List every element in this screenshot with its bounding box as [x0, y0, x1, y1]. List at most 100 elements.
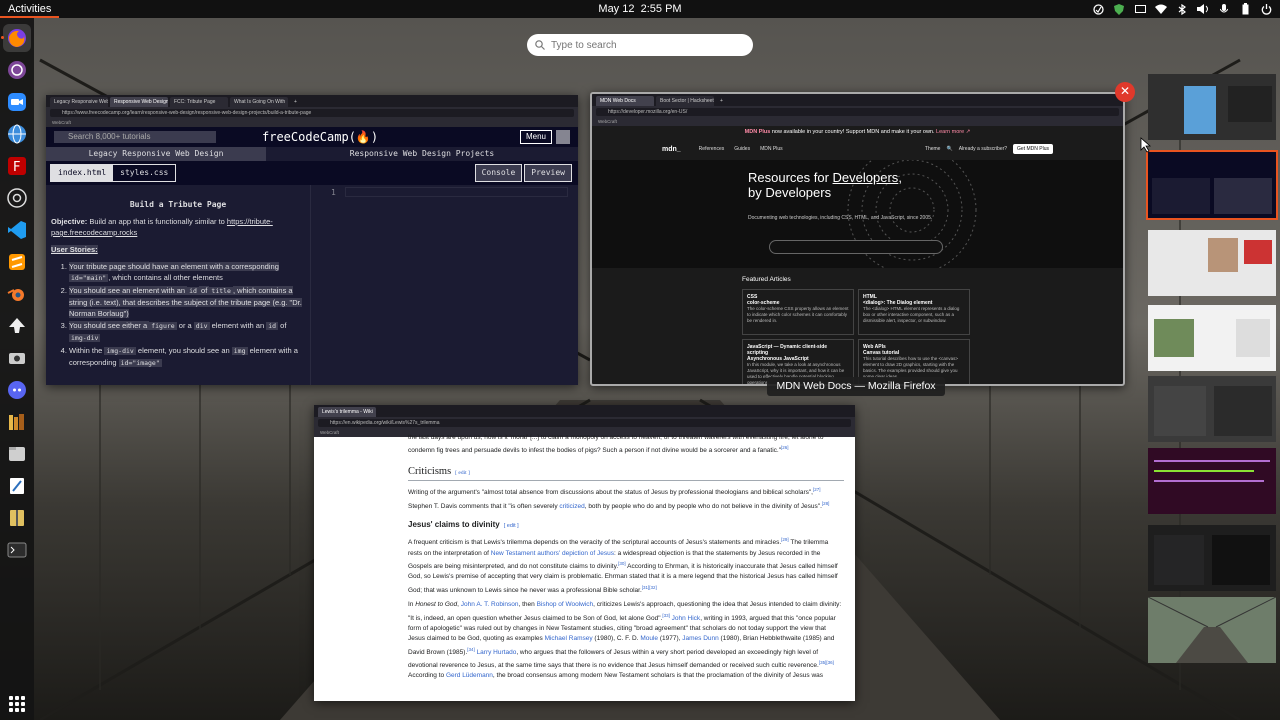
workspace-thumbnail[interactable]: [1148, 525, 1276, 591]
window-freecodecamp[interactable]: Legacy Responsive Web Responsive Web Des…: [46, 95, 578, 385]
browser-tab[interactable]: What Is Going On With: [230, 97, 288, 107]
wiki-link[interactable]: Bishop of Woolwich: [537, 601, 594, 608]
screenshot-icon[interactable]: [3, 344, 31, 372]
wiki-link[interactable]: James Dunn: [682, 635, 719, 642]
search-input[interactable]: [551, 39, 731, 51]
tab-styles-css[interactable]: styles.css: [113, 165, 175, 181]
workspace-thumbnail-selected[interactable]: [1146, 150, 1278, 220]
wiki-link[interactable]: John A. T. Robinson: [461, 601, 519, 608]
inkscape-icon[interactable]: [3, 312, 31, 340]
wiki-link[interactable]: Larry Hurtado: [475, 649, 517, 656]
chrome-icon[interactable]: [3, 184, 31, 212]
tab-index-html[interactable]: index.html: [51, 165, 114, 181]
nav-mdn-plus[interactable]: MDN Plus: [760, 146, 783, 152]
activities-button[interactable]: Activities: [0, 0, 60, 18]
window-wikipedia[interactable]: Lewis's trilemma - Wiki https://en.wikip…: [314, 405, 855, 701]
wifi-icon[interactable]: [1155, 3, 1167, 15]
console-button[interactable]: Console: [474, 164, 523, 182]
firefox-icon[interactable]: [1, 24, 31, 52]
wiki-link[interactable]: criticized: [559, 503, 584, 510]
dock: F: [0, 18, 34, 720]
browser-tab-active[interactable]: Lewis's trilemma - Wiki: [318, 407, 376, 417]
nav-references[interactable]: References: [699, 146, 725, 152]
fcc-logo[interactable]: freeCodeCamp(🔥): [262, 130, 378, 144]
instructions-panel: Build a Tribute Page Objective: Build an…: [46, 185, 310, 385]
nav-guides[interactable]: Guides: [734, 146, 750, 152]
article-card[interactable]: HTML <dialog>: The Dialog element The <dia…: [858, 289, 970, 335]
breadcrumb-item[interactable]: Responsive Web Design Projects: [266, 147, 578, 161]
workspace-thumbnail[interactable]: [1148, 230, 1276, 296]
show-applications-icon[interactable]: [9, 696, 25, 712]
browser-tab[interactable]: Boot Sector | Hacksheet: [656, 96, 714, 106]
avatar[interactable]: [556, 130, 570, 144]
mdn-logo[interactable]: mdn_: [662, 146, 681, 153]
clock-date[interactable]: May 12: [598, 3, 634, 15]
tor-browser-icon[interactable]: [3, 56, 31, 84]
workspace-thumbnail[interactable]: [1148, 305, 1276, 371]
workspace-thumbnail[interactable]: [1148, 597, 1276, 663]
learn-more-link[interactable]: Learn more ↗: [936, 129, 970, 135]
files-icon[interactable]: [3, 440, 31, 468]
mdn-navbar: mdn_ References Guides MDN Plus Theme 🔍 …: [592, 138, 1123, 160]
article-card[interactable]: CSS color-scheme The color-scheme CSS prop…: [742, 289, 854, 335]
browser-tab-active[interactable]: Responsive Web Design: [110, 97, 168, 107]
workspace-thumbnail[interactable]: [1148, 448, 1276, 514]
menu-button[interactable]: Menu: [519, 130, 552, 144]
get-mdn-plus-button[interactable]: Get MDN Plus: [1013, 144, 1053, 154]
workspace-thumbnail[interactable]: [1148, 74, 1276, 140]
archive-manager-icon[interactable]: [3, 504, 31, 532]
wiki-link[interactable]: John Hick: [670, 615, 701, 622]
browser-tab[interactable]: Legacy Responsive Web: [50, 97, 108, 107]
updates-icon[interactable]: [1092, 3, 1104, 15]
fcc-search-input[interactable]: Search 8,000+ tutorials: [54, 131, 216, 143]
address-field[interactable]: https://developer.mozilla.org/en-US/: [596, 108, 1119, 116]
browser-tab[interactable]: FCC: Tribute Page: [170, 97, 228, 107]
bookmarks-bar[interactable]: WebCraft: [592, 118, 1123, 126]
new-tab-button[interactable]: +: [716, 96, 726, 106]
zoom-icon[interactable]: [3, 88, 31, 116]
microphone-icon[interactable]: [1218, 3, 1230, 15]
wiki-link[interactable]: Gerd Lüdemann: [446, 672, 493, 679]
address-field[interactable]: https://en.wikipedia.org/wiki/Lewis%27s_…: [318, 419, 851, 427]
text-editor-icon[interactable]: [3, 472, 31, 500]
preview-button[interactable]: Preview: [524, 164, 572, 182]
shield-icon[interactable]: [1113, 3, 1125, 15]
edit-link[interactable]: [ edit ]: [455, 470, 470, 476]
blender-icon[interactable]: [3, 280, 31, 308]
code-editor[interactable]: 1: [310, 185, 578, 385]
network-globe-icon[interactable]: [3, 120, 31, 148]
address-field[interactable]: https://www.freecodecamp.org/learn/respo…: [50, 109, 574, 117]
theme-button[interactable]: Theme: [925, 146, 941, 152]
volume-icon[interactable]: [1197, 3, 1209, 15]
workspace-switcher: [1145, 70, 1280, 720]
library-icon[interactable]: [3, 408, 31, 436]
already-subscriber-link[interactable]: Already a subscriber?: [959, 146, 1007, 152]
battery-icon[interactable]: [1239, 3, 1251, 15]
workspace-thumbnail[interactable]: [1148, 376, 1276, 442]
clock-time[interactable]: 2:55 PM: [641, 3, 682, 15]
search-button[interactable]: 🔍: [946, 146, 952, 152]
paragraph: the last days are upon us, how is it 'mo…: [408, 434, 824, 455]
terminal-icon[interactable]: [3, 536, 31, 564]
vscode-icon[interactable]: [3, 216, 31, 244]
discord-icon[interactable]: [3, 376, 31, 404]
hero-search-input[interactable]: [769, 240, 943, 254]
window-caption: MDN Web Docs — Mozilla Firefox: [767, 377, 945, 396]
bookmarks-bar[interactable]: WebCraft: [46, 119, 578, 127]
filezilla-icon[interactable]: F: [3, 152, 31, 180]
sublime-icon[interactable]: [3, 248, 31, 276]
window-mdn[interactable]: MDN Web Docs Boot Sector | Hacksheet + h…: [590, 92, 1125, 386]
new-tab-button[interactable]: +: [290, 97, 300, 107]
wiki-link[interactable]: Moule: [640, 635, 658, 642]
current-line[interactable]: [345, 187, 568, 197]
bluetooth-icon[interactable]: [1176, 3, 1188, 15]
wiki-link[interactable]: Michael Ramsey: [545, 635, 593, 642]
browser-tab-active[interactable]: MDN Web Docs: [596, 96, 654, 106]
wiki-link[interactable]: New Testament authors' depiction of Jesu…: [491, 550, 614, 557]
screen-icon[interactable]: [1134, 3, 1146, 15]
overview-search[interactable]: [527, 34, 753, 56]
close-window-button[interactable]: ✕: [1115, 82, 1135, 102]
edit-link[interactable]: [ edit ]: [504, 523, 519, 529]
power-icon[interactable]: [1260, 3, 1272, 15]
breadcrumb-item[interactable]: Legacy Responsive Web Design: [46, 147, 266, 161]
